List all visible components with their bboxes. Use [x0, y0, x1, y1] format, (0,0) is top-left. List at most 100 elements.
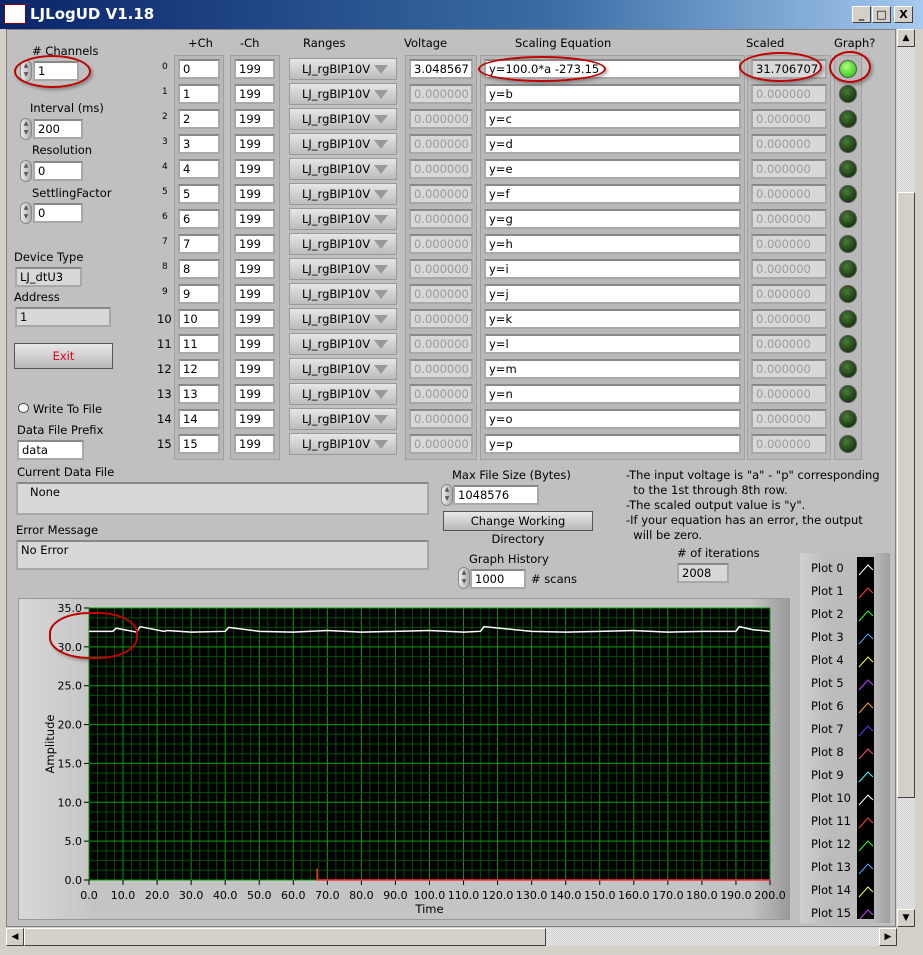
- equation-input[interactable]: y=l: [484, 334, 741, 354]
- history-spinner[interactable]: ▲ ▼: [458, 567, 470, 589]
- range-dropdown[interactable]: LJ_rgBIP10V: [289, 158, 397, 180]
- graph-toggle-led[interactable]: [839, 235, 857, 253]
- graph-toggle-led[interactable]: [839, 110, 857, 128]
- graph-toggle-led[interactable]: [839, 285, 857, 303]
- settling-spinner[interactable]: ▲ ▼: [20, 202, 32, 224]
- scroll-up-button[interactable]: ▲: [897, 29, 915, 47]
- range-dropdown[interactable]: LJ_rgBIP10V: [289, 333, 397, 355]
- scroll-right-button[interactable]: ▶: [879, 928, 897, 946]
- legend-item[interactable]: Plot 1: [811, 584, 844, 598]
- pos-ch-input[interactable]: 9: [178, 284, 220, 304]
- legend-item[interactable]: Plot 4: [811, 653, 844, 667]
- neg-ch-input[interactable]: 199: [234, 109, 275, 129]
- range-dropdown[interactable]: LJ_rgBIP10V: [289, 433, 397, 455]
- graph-toggle-led[interactable]: [839, 85, 857, 103]
- equation-input[interactable]: y=j: [484, 284, 741, 304]
- legend-item[interactable]: Plot 13: [811, 860, 851, 874]
- legend-item[interactable]: Plot 8: [811, 745, 844, 759]
- pos-ch-input[interactable]: 14: [178, 409, 220, 429]
- equation-input[interactable]: y=c: [484, 109, 741, 129]
- graph-toggle-led[interactable]: [839, 185, 857, 203]
- legend-item[interactable]: Plot 3: [811, 630, 844, 644]
- scroll-left-button[interactable]: ◀: [6, 928, 24, 946]
- equation-input[interactable]: y=d: [484, 134, 741, 154]
- equation-input[interactable]: y=g: [484, 209, 741, 229]
- max-file-spinner[interactable]: ▲ ▼: [441, 484, 453, 506]
- neg-ch-input[interactable]: 199: [234, 334, 275, 354]
- neg-ch-input[interactable]: 199: [234, 434, 275, 454]
- range-dropdown[interactable]: LJ_rgBIP10V: [289, 183, 397, 205]
- pos-ch-input[interactable]: 1: [178, 84, 220, 104]
- neg-ch-input[interactable]: 199: [234, 134, 275, 154]
- equation-input[interactable]: y=m: [484, 359, 741, 379]
- graph-toggle-led[interactable]: [839, 135, 857, 153]
- equation-input[interactable]: y=e: [484, 159, 741, 179]
- neg-ch-input[interactable]: 199: [234, 309, 275, 329]
- pos-ch-input[interactable]: 0: [178, 59, 220, 79]
- pos-ch-input[interactable]: 15: [178, 434, 220, 454]
- pos-ch-input[interactable]: 2: [178, 109, 220, 129]
- max-file-input[interactable]: 1048576: [453, 485, 539, 505]
- scroll-down-button[interactable]: ▼: [897, 909, 915, 927]
- horizontal-scrollbar[interactable]: ◀ ▶: [6, 928, 897, 946]
- equation-input[interactable]: y=k: [484, 309, 741, 329]
- equation-input[interactable]: y=f: [484, 184, 741, 204]
- equation-input[interactable]: y=b: [484, 84, 741, 104]
- legend-item[interactable]: Plot 15: [811, 906, 851, 920]
- range-dropdown[interactable]: LJ_rgBIP10V: [289, 308, 397, 330]
- interval-spinner[interactable]: ▲ ▼: [20, 118, 32, 140]
- equation-input[interactable]: y=p: [484, 434, 741, 454]
- equation-input[interactable]: y=i: [484, 259, 741, 279]
- pos-ch-input[interactable]: 4: [178, 159, 220, 179]
- graph-toggle-led[interactable]: [839, 210, 857, 228]
- write-to-file-radio[interactable]: [18, 403, 29, 413]
- horizontal-scroll-thumb[interactable]: [24, 928, 546, 946]
- vertical-scrollbar[interactable]: ▲ ▼: [897, 29, 915, 927]
- range-dropdown[interactable]: LJ_rgBIP10V: [289, 133, 397, 155]
- legend-item[interactable]: Plot 10: [811, 791, 851, 805]
- pos-ch-input[interactable]: 3: [178, 134, 220, 154]
- neg-ch-input[interactable]: 199: [234, 284, 275, 304]
- legend-item[interactable]: Plot 12: [811, 837, 851, 851]
- pos-ch-input[interactable]: 12: [178, 359, 220, 379]
- neg-ch-input[interactable]: 199: [234, 384, 275, 404]
- exit-button[interactable]: Exit: [14, 343, 113, 369]
- graph-toggle-led[interactable]: [839, 335, 857, 353]
- neg-ch-input[interactable]: 199: [234, 159, 275, 179]
- neg-ch-input[interactable]: 199: [234, 209, 275, 229]
- neg-ch-input[interactable]: 199: [234, 59, 275, 79]
- legend-item[interactable]: Plot 9: [811, 768, 844, 782]
- legend-item[interactable]: Plot 14: [811, 883, 851, 897]
- maximize-button[interactable]: □: [872, 6, 891, 23]
- equation-input[interactable]: y=n: [484, 384, 741, 404]
- range-dropdown[interactable]: LJ_rgBIP10V: [289, 58, 397, 80]
- equation-input[interactable]: y=h: [484, 234, 741, 254]
- pos-ch-input[interactable]: 13: [178, 384, 220, 404]
- range-dropdown[interactable]: LJ_rgBIP10V: [289, 283, 397, 305]
- settling-input[interactable]: 0: [33, 203, 83, 223]
- pos-ch-input[interactable]: 6: [178, 209, 220, 229]
- range-dropdown[interactable]: LJ_rgBIP10V: [289, 208, 397, 230]
- graph-toggle-led[interactable]: [839, 160, 857, 178]
- pos-ch-input[interactable]: 5: [178, 184, 220, 204]
- resolution-input[interactable]: 0: [33, 161, 83, 181]
- vertical-scroll-thumb[interactable]: [897, 192, 915, 798]
- neg-ch-input[interactable]: 199: [234, 359, 275, 379]
- graph-toggle-led[interactable]: [839, 435, 857, 453]
- graph-toggle-led[interactable]: [839, 360, 857, 378]
- range-dropdown[interactable]: LJ_rgBIP10V: [289, 258, 397, 280]
- neg-ch-input[interactable]: 199: [234, 234, 275, 254]
- history-input[interactable]: 1000: [470, 569, 526, 589]
- range-dropdown[interactable]: LJ_rgBIP10V: [289, 233, 397, 255]
- resolution-spinner[interactable]: ▲ ▼: [20, 160, 32, 182]
- legend-item[interactable]: Plot 11: [811, 814, 851, 828]
- pos-ch-input[interactable]: 11: [178, 334, 220, 354]
- change-directory-button[interactable]: Change Working Directory: [443, 511, 593, 546]
- legend-item[interactable]: Plot 0: [811, 561, 844, 575]
- prefix-input[interactable]: data: [17, 440, 84, 460]
- equation-input[interactable]: y=o: [484, 409, 741, 429]
- legend-item[interactable]: Plot 5: [811, 676, 844, 690]
- minimize-button[interactable]: _: [852, 6, 871, 23]
- graph-toggle-led[interactable]: [839, 260, 857, 278]
- graph-toggle-led[interactable]: [839, 385, 857, 403]
